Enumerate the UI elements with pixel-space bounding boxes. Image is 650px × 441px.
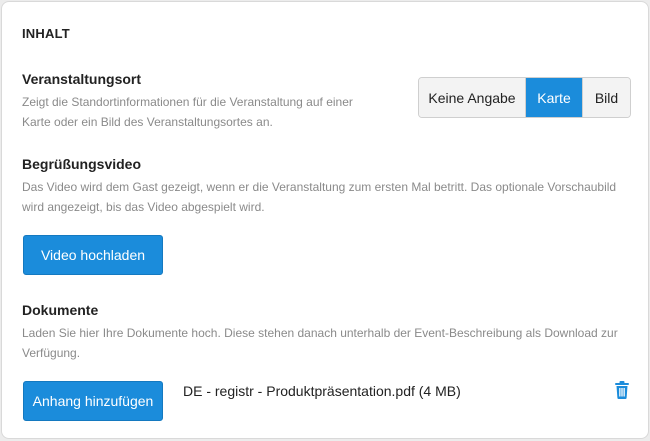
documents-description-line: Verfügung. [22,346,81,360]
section-title: INHALT [22,26,70,41]
documents-heading: Dokumente [22,302,99,318]
option-karte[interactable]: Karte [526,78,583,117]
option-bild[interactable]: Bild [583,78,630,117]
location-display-toggle: Keine Angabe Karte Bild [418,77,631,118]
location-description-line: Zeigt die Standortinformationen für die … [22,95,353,109]
add-attachment-button[interactable]: Anhang hinzufügen [23,381,163,421]
location-description: Zeigt die Standortinformationen für die … [22,92,353,132]
welcome-video-description-line: wird angezeigt, bis das Video abgespielt… [22,200,265,214]
welcome-video-description: Das Video wird dem Gast gezeigt, wenn er… [22,177,616,217]
location-heading: Veranstaltungsort [22,71,142,87]
documents-description: Laden Sie hier Ihre Dokumente hoch. Dies… [22,323,618,363]
option-keine-angabe[interactable]: Keine Angabe [419,78,526,117]
attachment-file-name: DE - registr - Produktpräsentation.pdf (… [183,383,461,399]
welcome-video-description-line: Das Video wird dem Gast gezeigt, wenn er… [22,180,617,194]
content-card: INHALT Veranstaltungsort Zeigt die Stand… [1,1,649,439]
upload-video-button[interactable]: Video hochladen [23,235,163,275]
documents-description-line: Laden Sie hier Ihre Dokumente hoch. Dies… [22,326,618,340]
location-description-line: Karte oder ein Bild des Veranstaltungsor… [22,115,273,129]
welcome-video-heading: Begrüßungsvideo [22,156,142,172]
trash-icon[interactable] [614,381,630,399]
